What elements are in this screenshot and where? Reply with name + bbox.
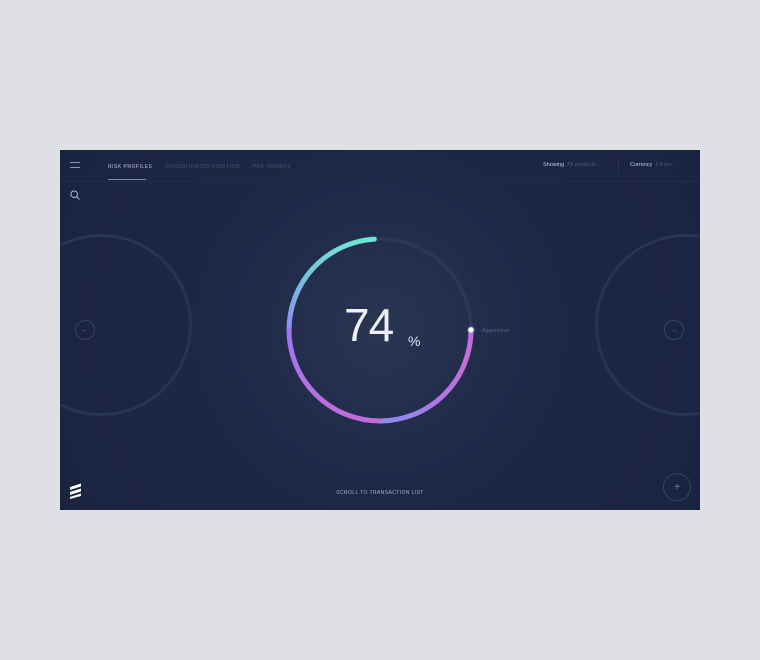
arrow-right-icon: → <box>670 326 678 334</box>
active-tab-indicator <box>108 179 146 180</box>
risk-level-label: Aggressive <box>482 328 510 334</box>
arrow-left-icon: ← <box>81 326 89 334</box>
chevron-down-icon: ⌄ <box>599 162 604 167</box>
scroll-to-transactions-link[interactable]: SCROLL TO TRANSACTION LIST <box>60 490 700 496</box>
next-profile-ring <box>595 234 700 416</box>
tab-risk-profiles[interactable]: RISK PROFILES <box>108 164 152 170</box>
tab-consolidated-position[interactable]: CONSOLIDATED POSITION <box>165 164 240 170</box>
app-window: RISK PROFILES CONSOLIDATED POSITION PRE … <box>60 150 700 510</box>
currency-filter[interactable]: Currency € Euro ⌄ <box>630 162 679 168</box>
previous-button[interactable]: ← <box>75 320 95 340</box>
plus-icon: + <box>674 481 680 493</box>
chevron-down-icon: ⌄ <box>675 162 680 167</box>
add-button[interactable]: + <box>663 473 691 501</box>
divider <box>618 159 619 173</box>
gauge-arc-segment <box>379 329 474 424</box>
showing-filter[interactable]: Showing All products ⌄ <box>543 162 604 168</box>
showing-label: Showing <box>543 162 565 168</box>
tab-pre-orders[interactable]: PRE ORDERS <box>253 164 291 170</box>
currency-value: € Euro <box>655 162 672 168</box>
top-bar: RISK PROFILES CONSOLIDATED POSITION PRE … <box>60 150 700 182</box>
showing-value: All products <box>567 162 596 168</box>
risk-percentage: 74 <box>344 299 394 351</box>
currency-label: Currency <box>630 162 653 168</box>
gauge-marker <box>467 326 475 334</box>
search-icon[interactable] <box>70 190 80 200</box>
next-button[interactable]: → <box>664 320 684 340</box>
percent-sign: % <box>408 333 421 349</box>
hamburger-icon[interactable] <box>70 162 80 168</box>
